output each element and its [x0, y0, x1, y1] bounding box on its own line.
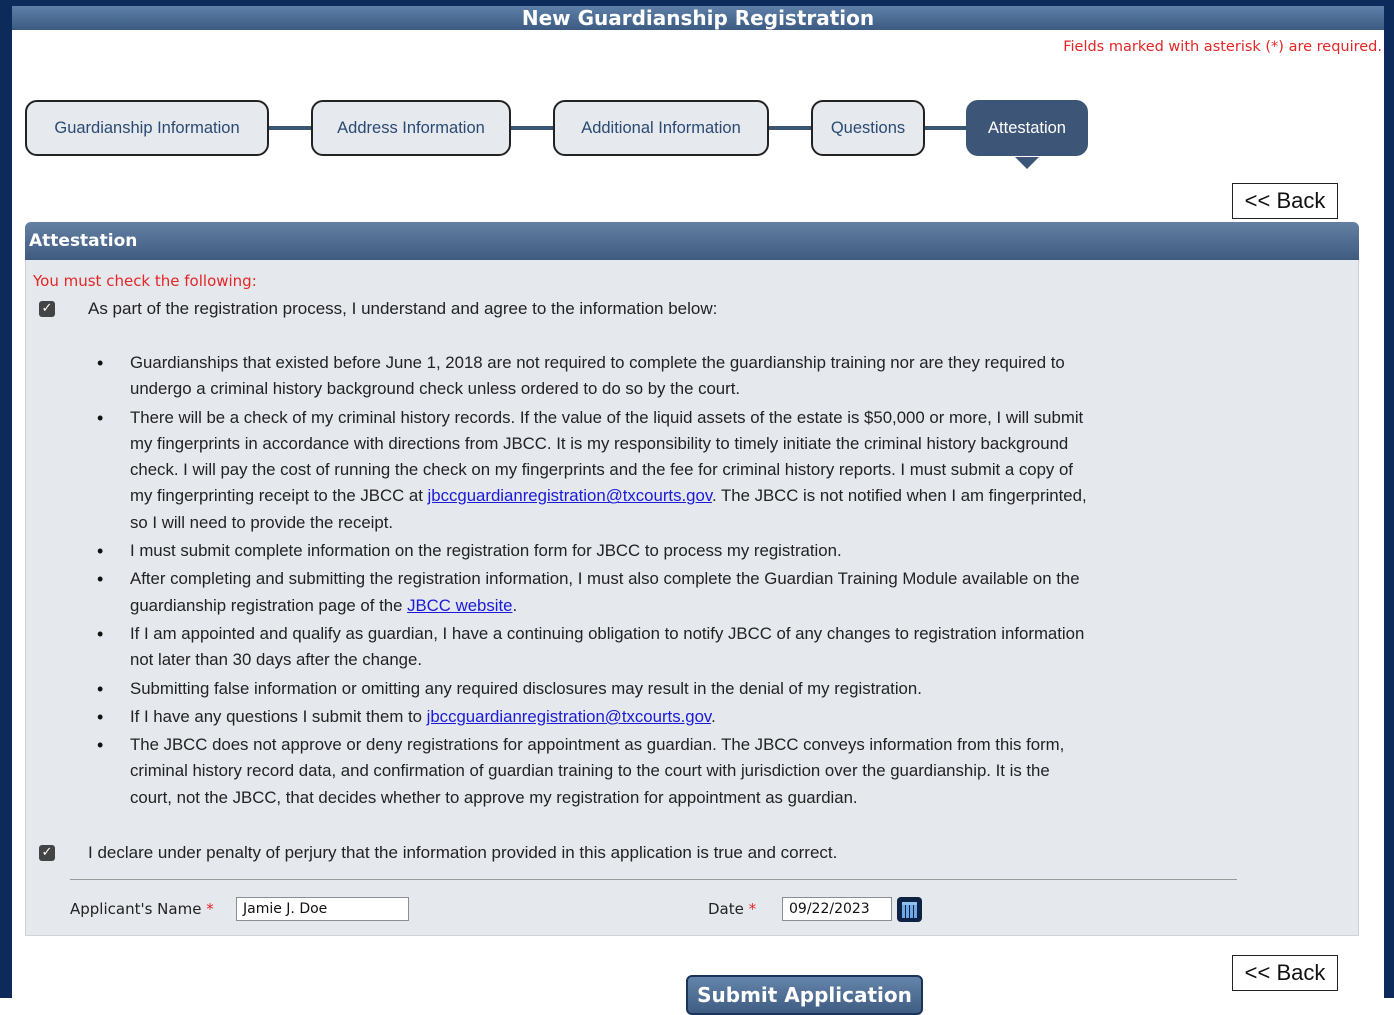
- step-guardianship-information[interactable]: Guardianship Information: [25, 100, 269, 156]
- date-input[interactable]: 09/22/2023: [782, 897, 892, 921]
- step-address-information[interactable]: Address Information: [311, 100, 511, 156]
- bullet-text: Guardianships that existed before June 1…: [130, 353, 1065, 399]
- window-frame-right: [1384, 0, 1394, 998]
- step-questions[interactable]: Questions: [811, 100, 925, 156]
- list-item: I must submit complete information on th…: [95, 538, 1095, 565]
- applicant-name-label: Applicant's Name *: [70, 900, 214, 918]
- step-connector: [924, 126, 968, 130]
- must-check-warning: You must check the following:: [33, 272, 257, 290]
- panel-header: Attestation: [25, 222, 1359, 260]
- active-step-indicator-icon: [1015, 157, 1039, 169]
- step-connector: [768, 126, 812, 130]
- list-item: There will be a check of my criminal his…: [95, 405, 1095, 536]
- bullet-text: I must submit complete information on th…: [130, 541, 842, 561]
- divider: [70, 879, 1237, 880]
- window-frame-left: [0, 0, 12, 998]
- step-connector: [510, 126, 554, 130]
- bullet-text: .: [711, 706, 716, 726]
- list-item: If I am appointed and qualify as guardia…: [95, 621, 1095, 674]
- bullet-text: If I am appointed and qualify as guardia…: [130, 623, 1085, 670]
- bullet-text: The JBCC does not approve or deny regist…: [130, 735, 1065, 807]
- list-item: The JBCC does not approve or deny regist…: [95, 732, 1095, 811]
- date-label: Date *: [708, 900, 756, 918]
- date-label-text: Date: [708, 900, 744, 918]
- attestation-bullet-list: Guardianships that existed before June 1…: [95, 350, 1095, 813]
- declare-label: I declare under penalty of perjury that …: [88, 843, 838, 862]
- list-item: Submitting false information or omitting…: [95, 676, 1095, 703]
- bullet-text: .: [512, 595, 518, 615]
- required-asterisk: *: [748, 900, 757, 918]
- bullet-text: Submitting false information or omitting…: [130, 678, 922, 698]
- required-asterisk: *: [206, 900, 214, 918]
- applicant-name-label-text: Applicant's Name: [70, 900, 202, 918]
- bullet-text: If I have any questions I submit them to: [130, 706, 427, 726]
- bullet-text: After completing and submitting the regi…: [130, 569, 1080, 615]
- list-item: After completing and submitting the regi…: [95, 566, 1095, 619]
- jbcc-website-link[interactable]: JBCC website: [407, 596, 512, 615]
- back-button-top[interactable]: << Back: [1232, 183, 1338, 219]
- agree-checkbox[interactable]: ✓: [39, 301, 55, 317]
- page-title: New Guardianship Registration: [12, 6, 1384, 30]
- agree-label: As part of the registration process, I u…: [88, 299, 718, 318]
- list-item: If I have any questions I submit them to…: [95, 704, 1095, 731]
- list-item: Guardianships that existed before June 1…: [95, 350, 1095, 403]
- back-button-bottom[interactable]: << Back: [1232, 955, 1338, 991]
- step-additional-information[interactable]: Additional Information: [553, 100, 769, 156]
- email-link[interactable]: jbccguardianregistration@txcourts.gov: [428, 486, 712, 505]
- step-connector: [268, 126, 312, 130]
- calendar-icon[interactable]: [897, 897, 922, 922]
- required-fields-note: Fields marked with asterisk (*) are requ…: [1063, 39, 1382, 55]
- email-link[interactable]: jbccguardianregistration@txcourts.gov: [427, 707, 711, 726]
- applicant-name-input[interactable]: Jamie J. Doe: [236, 897, 409, 921]
- submit-application-button[interactable]: Submit Application: [686, 975, 923, 1015]
- step-attestation[interactable]: Attestation: [966, 100, 1088, 156]
- declare-checkbox[interactable]: ✓: [39, 845, 55, 861]
